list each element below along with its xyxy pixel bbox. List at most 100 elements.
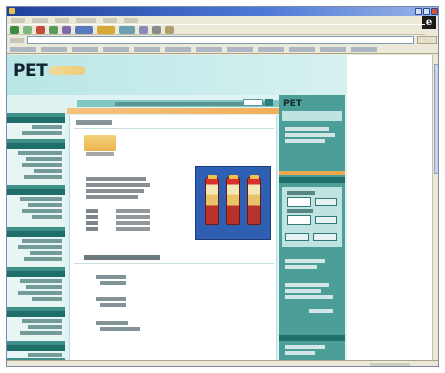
username-input[interactable] <box>287 197 311 207</box>
nav-link[interactable] <box>28 203 62 207</box>
menu-item[interactable] <box>103 17 117 23</box>
sidebar-text <box>285 139 325 143</box>
menu-item[interactable] <box>11 17 25 23</box>
nav-link[interactable] <box>30 251 62 255</box>
spec-key <box>86 221 98 225</box>
sidebar-text <box>285 283 329 287</box>
nav-link[interactable] <box>22 239 62 243</box>
nav-link[interactable] <box>28 353 62 357</box>
bottle-cap <box>229 175 238 179</box>
category-badge-image <box>84 135 116 151</box>
bottle-cap <box>208 175 217 179</box>
title-bar[interactable] <box>7 7 438 16</box>
product-bottle <box>247 175 261 225</box>
close-button[interactable] <box>431 8 438 15</box>
links-bar-item[interactable] <box>227 46 253 52</box>
related-item-subtitle[interactable] <box>100 281 126 285</box>
login-button[interactable] <box>315 198 337 206</box>
register-button[interactable] <box>315 216 337 224</box>
links-bar-item[interactable] <box>41 46 67 52</box>
print-icon[interactable] <box>152 25 161 34</box>
nav-group-heading <box>7 345 65 351</box>
nav-link[interactable] <box>22 163 62 167</box>
password-input[interactable] <box>287 215 311 225</box>
nav-link[interactable] <box>32 297 62 301</box>
menu-item[interactable] <box>32 17 48 23</box>
related-section-title <box>84 255 160 260</box>
favorites-icon[interactable] <box>97 25 115 34</box>
nav-link[interactable] <box>32 125 62 129</box>
sidebar-action-button[interactable] <box>313 233 337 241</box>
nav-link[interactable] <box>22 209 62 213</box>
links-bar-item[interactable] <box>320 46 346 52</box>
address-input[interactable] <box>27 36 414 44</box>
refresh-icon[interactable] <box>49 25 58 34</box>
menu-item[interactable] <box>55 17 69 23</box>
history-icon[interactable] <box>119 25 135 34</box>
edit-icon[interactable] <box>165 25 174 34</box>
product-image[interactable] <box>195 166 271 240</box>
nav-group <box>7 117 65 139</box>
related-item-title[interactable] <box>96 297 126 301</box>
related-item-subtitle[interactable] <box>100 303 126 307</box>
site-search-button[interactable] <box>265 99 273 106</box>
vertical-scrollbar[interactable] <box>432 55 438 360</box>
nav-link[interactable] <box>18 245 62 249</box>
site-logo[interactable]: PET <box>13 61 48 81</box>
nav-group-heading <box>7 143 65 149</box>
sidebar-section-heading <box>279 335 345 341</box>
logo-swoosh <box>49 66 85 75</box>
menu-item[interactable] <box>76 17 96 23</box>
stop-icon[interactable] <box>36 25 45 34</box>
links-bar-item[interactable] <box>10 46 36 52</box>
nav-link[interactable] <box>24 175 62 179</box>
go-button[interactable] <box>417 36 437 44</box>
home-icon[interactable] <box>62 25 71 34</box>
nav-link[interactable] <box>22 131 62 135</box>
scrollbar-thumb[interactable] <box>434 64 438 174</box>
nav-group-heading <box>7 189 65 195</box>
nav-link[interactable] <box>32 215 62 219</box>
mail-icon[interactable] <box>139 25 148 34</box>
nav-link[interactable] <box>26 285 62 289</box>
links-bar-item[interactable] <box>258 46 284 52</box>
nav-link[interactable] <box>26 157 62 161</box>
back-icon[interactable] <box>10 25 19 34</box>
links-bar-item[interactable] <box>134 46 160 52</box>
nav-link[interactable] <box>20 197 62 201</box>
nav-link[interactable] <box>28 325 62 329</box>
nav-group-heading <box>7 311 65 317</box>
links-bar-item[interactable] <box>351 46 377 52</box>
nav-link[interactable] <box>18 151 62 155</box>
links-bar-item[interactable] <box>103 46 129 52</box>
sidebar-text <box>285 351 315 355</box>
nav-link[interactable] <box>22 319 62 323</box>
links-bar-item[interactable] <box>72 46 98 52</box>
links-bar-item[interactable] <box>196 46 222 52</box>
sidebar-text <box>285 127 329 131</box>
links-bar-item[interactable] <box>165 46 191 52</box>
related-item-title[interactable] <box>96 275 126 279</box>
nav-link[interactable] <box>34 169 62 173</box>
breadcrumb[interactable] <box>76 120 112 125</box>
sidebar-logo[interactable]: PET <box>283 99 302 109</box>
nav-link[interactable] <box>24 257 62 261</box>
sidebar-action-button[interactable] <box>285 233 309 241</box>
nav-link[interactable] <box>20 331 62 335</box>
nav-link[interactable] <box>18 291 62 295</box>
sidebar-orange-rule <box>279 171 345 175</box>
menu-item[interactable] <box>124 17 138 23</box>
forward-icon[interactable] <box>23 25 32 34</box>
page-viewport: PET PET <box>7 55 438 360</box>
nav-group-heading <box>7 117 65 123</box>
minimize-button[interactable] <box>415 8 422 15</box>
product-bottle <box>226 175 240 225</box>
search-icon[interactable] <box>75 25 93 34</box>
links-bar-item[interactable] <box>289 46 315 52</box>
site-search-input[interactable] <box>243 99 263 106</box>
sidebar-text <box>285 133 335 137</box>
maximize-button[interactable] <box>423 8 430 15</box>
nav-link[interactable] <box>20 279 62 283</box>
related-item-subtitle[interactable] <box>100 327 140 331</box>
related-item-title[interactable] <box>96 321 128 325</box>
